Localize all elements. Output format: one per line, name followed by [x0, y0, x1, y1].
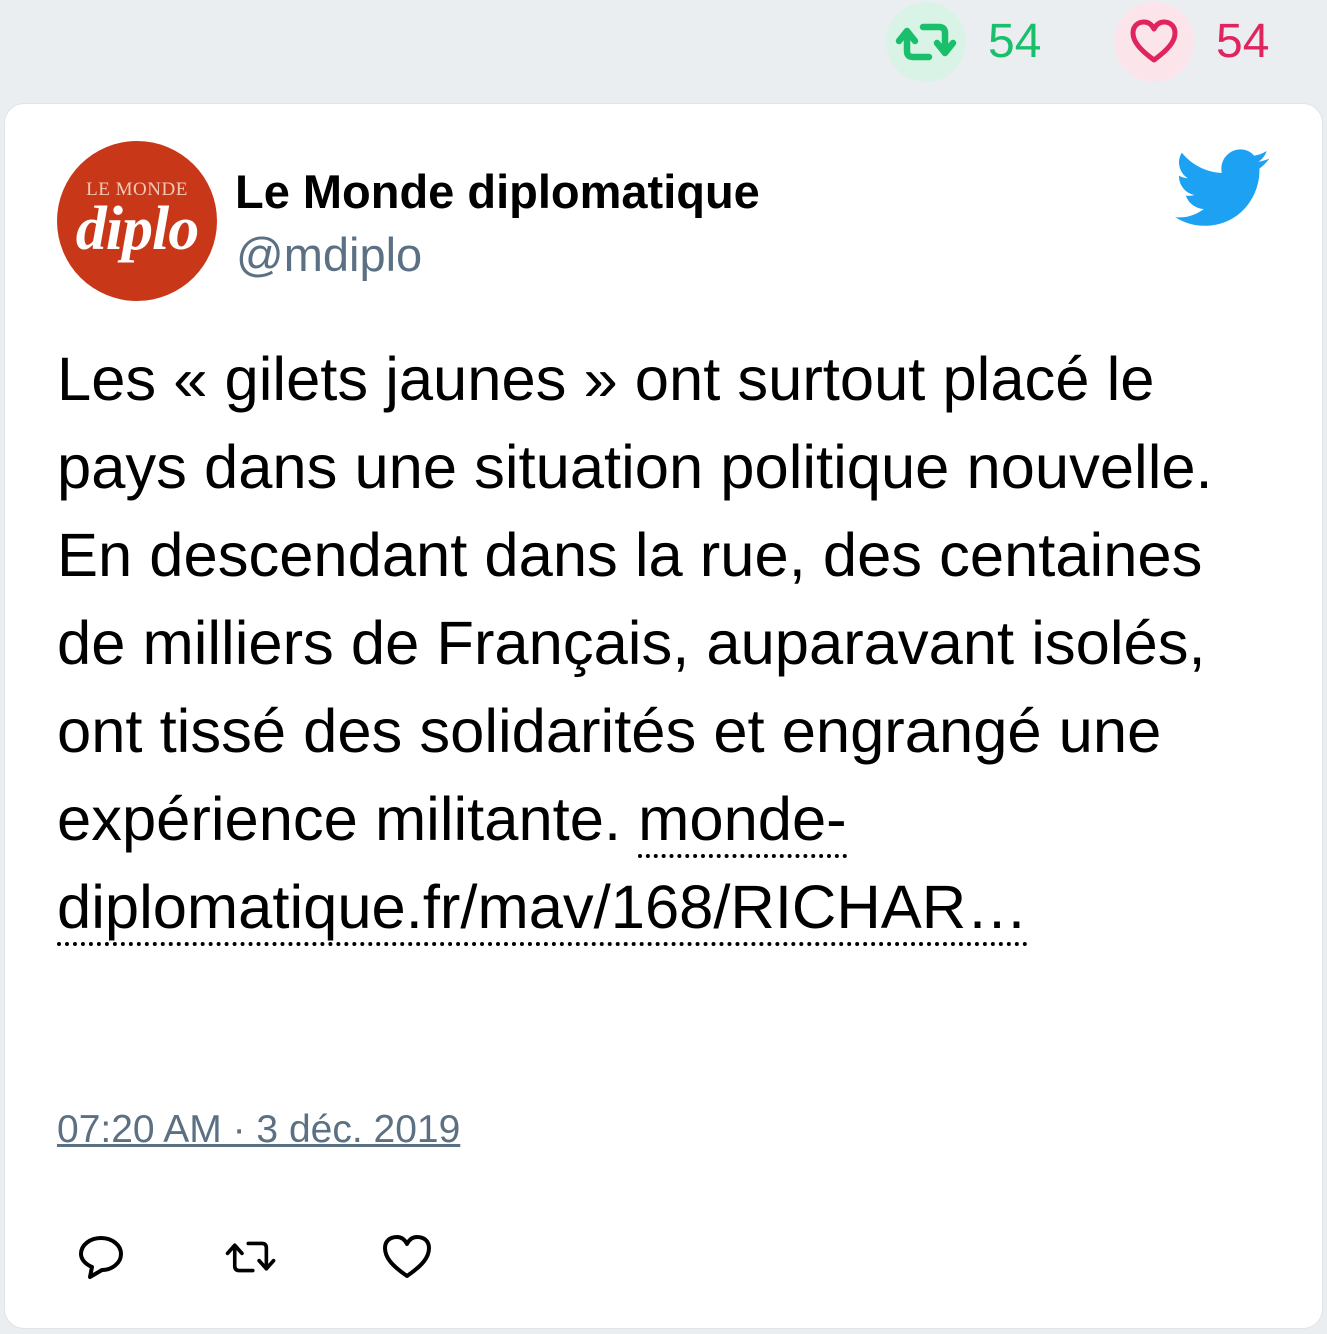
- author-handle[interactable]: @mdiplo: [236, 231, 422, 278]
- retweet-button[interactable]: [223, 1229, 279, 1285]
- tweet-timestamp[interactable]: 07:20 AM · 3 déc. 2019: [57, 1110, 460, 1149]
- tweet-body: Les « gilets jaunes » ont surtout placé …: [57, 336, 1277, 952]
- retweet-stat[interactable]: 54: [886, 2, 1041, 82]
- retweet-stat-icon-circle[interactable]: [886, 2, 966, 82]
- reply-icon: [79, 1236, 123, 1279]
- like-button[interactable]: [379, 1229, 435, 1285]
- retweet-icon: [895, 23, 957, 61]
- like-stat-icon-circle[interactable]: [1114, 2, 1194, 82]
- author-display-name[interactable]: Le Monde diplomatique: [235, 168, 760, 215]
- avatar-logo-main-text: diplo: [75, 195, 199, 263]
- twitter-bird-icon[interactable]: [1175, 149, 1271, 229]
- heart-icon: [383, 1235, 431, 1278]
- retweet-icon: [225, 1241, 276, 1273]
- heart-icon: [1130, 19, 1178, 63]
- like-stat[interactable]: 54: [1114, 2, 1269, 82]
- like-count: 54: [1216, 15, 1270, 68]
- reply-button[interactable]: [73, 1229, 129, 1285]
- avatar[interactable]: LE MONDE diplo: [57, 141, 217, 301]
- retweet-count: 54: [988, 15, 1042, 68]
- tweet-stats-bar: 54 54: [0, 0, 1327, 100]
- tweet-body-text: Les « gilets jaunes » ont surtout placé …: [57, 345, 1213, 854]
- tweet-card[interactable]: LE MONDE diplo Le Monde diplomatique @md…: [4, 103, 1323, 1329]
